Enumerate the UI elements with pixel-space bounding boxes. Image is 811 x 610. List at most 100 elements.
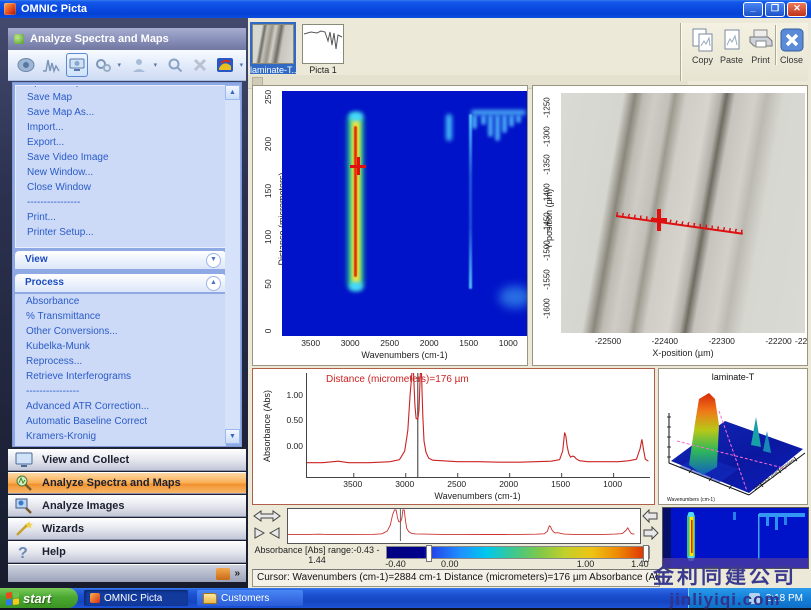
video-image[interactable]: [561, 93, 805, 333]
close-icon: [777, 25, 806, 55]
colorbar-handle[interactable]: [426, 545, 432, 562]
menu-item[interactable]: Save Map As...: [16, 105, 227, 120]
module-title: Analyze Spectra and Maps: [30, 33, 169, 45]
menu-item[interactable]: Reprocess...: [15, 354, 226, 369]
spectra-peaks-icon[interactable]: [41, 54, 61, 76]
menu-item[interactable]: Kubelka-Munk: [15, 339, 226, 354]
colorbar-tick-label: -0.40: [381, 559, 411, 569]
window-titlebar[interactable]: OMNIC Picta _ ❐ ✕: [0, 0, 811, 18]
action-bar: CopyPastePrintClose: [680, 23, 808, 81]
pan-left-icon[interactable]: [642, 509, 659, 524]
tick-label: 1500: [456, 338, 482, 348]
scroll-down-icon[interactable]: ▼: [225, 429, 240, 444]
map-layers-icon[interactable]: [215, 54, 235, 76]
nav-item-wizards[interactable]: Wizards: [8, 518, 246, 540]
menu-item[interactable]: Close Window: [16, 180, 227, 195]
start-button[interactable]: start: [0, 588, 78, 608]
search-icon[interactable]: [165, 54, 185, 76]
close-window-button[interactable]: ✕: [787, 2, 807, 17]
tab-picta-1[interactable]: Picta 1: [300, 22, 346, 74]
menu-item[interactable]: Other Conversions...: [15, 324, 226, 339]
menu-item[interactable]: Print...: [16, 210, 227, 225]
menu-item[interactable]: Save Map: [16, 90, 227, 105]
tab-thumbnail: [302, 24, 344, 64]
menu-item[interactable]: Automatic Baseline Correct: [15, 414, 226, 429]
tick-label: 0.50: [277, 415, 303, 425]
chevron-up-icon[interactable]: ▲: [206, 276, 221, 291]
paste-button[interactable]: Paste: [717, 25, 746, 65]
collect-view-icon[interactable]: [16, 54, 36, 76]
menu-item[interactable]: Advanced ATR Correction...: [15, 399, 226, 414]
user-icon-caret[interactable]: ▾: [154, 54, 160, 76]
menu-item[interactable]: Absorbance: [15, 294, 226, 309]
menu-item[interactable]: % Transmittance: [15, 309, 226, 324]
pan-right-icon[interactable]: [642, 526, 659, 541]
analyze-spectra-and-maps-icon: [14, 474, 34, 492]
menu-item[interactable]: Save Video Image: [16, 150, 227, 165]
window-title: OMNIC Picta: [21, 3, 87, 15]
collapse-horizontal-icon[interactable]: [252, 526, 282, 540]
scroll-up-icon[interactable]: ▲: [225, 85, 240, 100]
map-plot[interactable]: [282, 91, 527, 336]
tick-label: -1550: [543, 267, 552, 293]
process-gears-icon[interactable]: [93, 54, 113, 76]
menu-item[interactable]: Retrieve Interferograms: [15, 369, 226, 384]
tick-label: -1400: [543, 181, 552, 207]
menu-item[interactable]: New Window...: [16, 165, 227, 180]
nav-item-analyze-spectra-and-maps[interactable]: Analyze Spectra and Maps: [8, 472, 246, 494]
user-icon[interactable]: [129, 54, 149, 76]
tray-icon[interactable]: [749, 593, 760, 604]
tick-label: -1500: [543, 238, 552, 264]
process-gears-icon-caret[interactable]: ▾: [117, 54, 123, 76]
surface3d-plot[interactable]: Wavenumbers (cm-1) Distance (micrometers…: [659, 383, 807, 503]
chevron-down-icon[interactable]: ▼: [206, 253, 221, 268]
menu-item[interactable]: Export...: [16, 135, 227, 150]
task-button-customers[interactable]: Customers: [197, 590, 303, 606]
tick-label: -1450: [543, 209, 552, 235]
spectrum-annotation: Distance (micrometers)=176 µm: [326, 374, 469, 385]
tab-laminate-t-[interactable]: laminate-T...: [250, 22, 296, 74]
map-feature-glow: [499, 286, 527, 308]
spectrum-trace: [307, 373, 648, 463]
module-toolbar: ▾ ▾ ▾: [8, 50, 246, 81]
delete-icon[interactable]: [190, 54, 210, 76]
overview-strip: [248, 507, 660, 545]
print-button[interactable]: Print: [746, 25, 775, 65]
tick-label: 3500: [340, 479, 366, 489]
map-thumbnail[interactable]: [662, 507, 809, 569]
map-layers-icon-caret[interactable]: ▾: [240, 54, 246, 76]
copy-button[interactable]: Copy: [688, 25, 717, 65]
menu-item[interactable]: Printer Setup...: [16, 225, 227, 240]
scan-marker-cross: [657, 209, 661, 231]
tick-label: -22300: [704, 336, 740, 346]
spectrum-plot[interactable]: [306, 373, 650, 478]
task-button-omnic-picta[interactable]: OMNIC Picta: [84, 590, 188, 606]
tick-label: 150: [263, 182, 273, 200]
section-header-process[interactable]: Process ▲: [15, 274, 226, 292]
section-header-view[interactable]: View ▼: [15, 251, 226, 269]
nav-overflow-strip: »: [8, 564, 246, 582]
task-label: OMNIC Picta: [104, 593, 162, 604]
nav-item-view-and-collect[interactable]: View and Collect: [8, 449, 246, 471]
nav-overflow-chevron-icon[interactable]: »: [234, 568, 240, 579]
overview-plot[interactable]: [287, 508, 641, 544]
print-icon: [746, 25, 775, 55]
colorbar-gradient[interactable]: [386, 546, 650, 559]
close-button[interactable]: Close: [775, 25, 806, 65]
display-monitor-icon[interactable]: [66, 53, 88, 77]
map-feature-blob: [516, 115, 521, 123]
screen: { "window": {"title": "OMNIC Picta"}, "w…: [0, 0, 811, 608]
spectrum-xlabel: Wavenumbers (cm-1): [306, 491, 649, 501]
menu-item[interactable]: Import...: [16, 120, 227, 135]
menu-item[interactable]: Kramers-Kronig: [15, 429, 226, 444]
nav-item-analyze-images[interactable]: Analyze Images: [8, 495, 246, 517]
file-menu-list: Update Map...Save MapSave Map As...Impor…: [15, 85, 228, 248]
menu-scrollbar[interactable]: ▲ ▼: [225, 85, 240, 444]
minimize-button[interactable]: _: [743, 2, 763, 17]
nav-item-label: Wizards: [42, 523, 84, 535]
expand-horizontal-icon[interactable]: [252, 509, 282, 524]
nav-item-help[interactable]: ?Help: [8, 541, 246, 563]
surface-xlabel: Wavenumbers (cm-1): [667, 497, 715, 503]
restore-button[interactable]: ❐: [765, 2, 785, 17]
map-feature-band: [354, 126, 357, 278]
